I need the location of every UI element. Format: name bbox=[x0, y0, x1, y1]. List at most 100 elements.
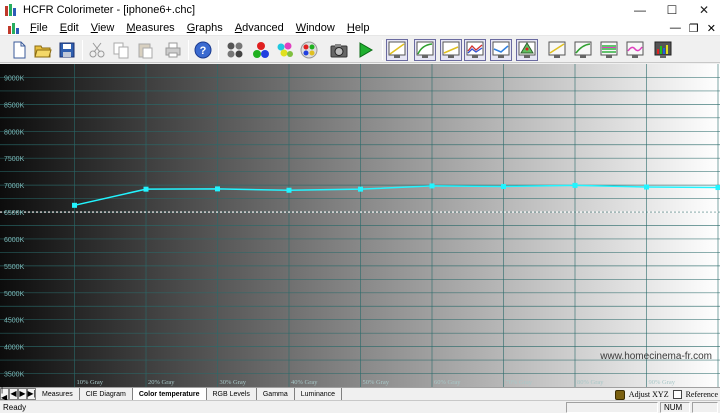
open-folder-icon[interactable] bbox=[32, 39, 54, 61]
menu-edit[interactable]: Edit bbox=[54, 22, 85, 34]
data-point bbox=[215, 186, 220, 192]
title-bar: HCFR Colorimeter - [iphone6+.chc] — ☐ ✕ bbox=[0, 0, 720, 20]
play-icon[interactable] bbox=[354, 39, 376, 61]
camera-icon[interactable] bbox=[328, 39, 350, 61]
menu-help[interactable]: Help bbox=[341, 22, 376, 34]
y-tick-label: 9000K bbox=[4, 75, 25, 82]
cut-icon[interactable] bbox=[86, 39, 108, 61]
data-point bbox=[572, 182, 578, 188]
color-balls-icon[interactable] bbox=[274, 39, 296, 61]
menu-file[interactable]: File bbox=[24, 22, 54, 34]
status-text: Ready bbox=[3, 402, 27, 412]
y-tick-label: 4000K bbox=[4, 345, 25, 352]
new-file-icon[interactable] bbox=[8, 39, 30, 61]
adjust-xyz-label: Adjust XYZ bbox=[628, 390, 669, 399]
window-title: HCFR Colorimeter - [iphone6+.chc] bbox=[23, 4, 196, 16]
mdi-restore-button[interactable]: ❐ bbox=[689, 22, 699, 35]
y-tick-label: 8000K bbox=[4, 129, 25, 136]
x-tick-label: 40% Gray bbox=[291, 379, 318, 386]
x-tick-label: 20% Gray bbox=[148, 379, 175, 386]
x-tick-label: 80% Gray bbox=[577, 379, 604, 386]
menu-measures[interactable]: Measures bbox=[120, 22, 180, 34]
tab-nav-first-button[interactable]: |◀ bbox=[0, 386, 9, 402]
color-temperature-graph[interactable]: 9000K 8500K 8000K 7500K 7000K 6500K 6000K 5500K… bbox=[0, 64, 720, 387]
save-icon[interactable] bbox=[56, 39, 78, 61]
graph-view-5-icon[interactable] bbox=[490, 39, 512, 61]
adjust-xyz-icon[interactable] bbox=[614, 389, 625, 400]
x-tick-label: 60% Gray bbox=[434, 379, 461, 386]
graph-view-7-icon[interactable] bbox=[546, 39, 568, 61]
tab-rgb-levels[interactable]: RGB Levels bbox=[206, 388, 257, 400]
tab-luminance[interactable]: Luminance bbox=[294, 388, 343, 400]
graph-view-3-icon[interactable] bbox=[440, 39, 462, 61]
mdi-close-button[interactable]: ✕ bbox=[707, 22, 716, 35]
graph-view-10-icon[interactable] bbox=[624, 39, 646, 61]
data-point bbox=[286, 187, 292, 193]
status-num: NUM bbox=[660, 402, 690, 413]
data-point bbox=[143, 186, 149, 192]
menu-bar: File Edit View Measures Graphs Advanced … bbox=[0, 20, 720, 36]
data-point bbox=[501, 183, 506, 189]
status-panel-scroll bbox=[692, 402, 718, 413]
y-tick-label: 7000K bbox=[4, 183, 25, 190]
tab-nav-last-button[interactable]: ▶| bbox=[27, 388, 36, 400]
y-tick-label: 3500K bbox=[4, 372, 25, 379]
tab-color-temperature[interactable]: Color temperature bbox=[132, 388, 207, 400]
help-icon[interactable]: ? bbox=[192, 39, 214, 61]
copy-icon[interactable] bbox=[110, 39, 132, 61]
tab-gamma[interactable]: Gamma bbox=[256, 388, 295, 400]
status-bar: Ready NUM bbox=[0, 400, 720, 413]
status-panel-empty bbox=[566, 402, 658, 413]
x-tick-label: 30% Gray bbox=[220, 379, 247, 386]
y-tick-label: 4500K bbox=[4, 318, 25, 325]
x-tick-label: 90% Gray bbox=[649, 379, 676, 386]
graph-view-4-icon[interactable] bbox=[464, 39, 486, 61]
graph-view-2-icon[interactable] bbox=[414, 39, 436, 61]
reference-checkbox[interactable] bbox=[672, 390, 682, 399]
rgb-balls-icon[interactable] bbox=[250, 39, 272, 61]
y-tick-label: 8500K bbox=[4, 102, 25, 109]
menu-view[interactable]: View bbox=[85, 22, 121, 34]
chart-svg: 9000K 8500K 8000K 7500K 7000K 6500K 6000K 5500K… bbox=[0, 64, 720, 387]
tab-cie-diagram[interactable]: CIE Diagram bbox=[79, 388, 133, 400]
data-point bbox=[644, 184, 649, 190]
menu-graphs[interactable]: Graphs bbox=[181, 22, 229, 34]
tab-bar: |◀ ◀ ▶ ▶| Measures CIE Diagram Color tem… bbox=[0, 386, 720, 402]
watermark: www.homecinema-fr.com bbox=[599, 351, 712, 362]
tab-nav-next-button[interactable]: ▶ bbox=[18, 388, 27, 400]
graph-view-8-icon[interactable] bbox=[572, 39, 594, 61]
y-tick-label: 5500K bbox=[4, 264, 25, 271]
graph-view-6-icon[interactable] bbox=[516, 39, 538, 61]
svg-text:?: ? bbox=[200, 45, 207, 57]
y-tick-label: 7500K bbox=[4, 156, 25, 163]
close-button[interactable]: ✕ bbox=[688, 0, 720, 20]
menu-window[interactable]: Window bbox=[290, 22, 341, 34]
print-icon[interactable] bbox=[162, 39, 184, 61]
mdi-minimize-button[interactable]: — bbox=[670, 22, 681, 34]
tab-measures[interactable]: Measures bbox=[36, 388, 80, 400]
minimize-button[interactable]: — bbox=[624, 0, 656, 20]
tab-nav-prev-button[interactable]: ◀ bbox=[9, 388, 18, 400]
data-point bbox=[358, 186, 363, 192]
graph-view-1-icon[interactable] bbox=[386, 39, 408, 61]
toolbar: ? bbox=[0, 36, 720, 63]
menu-advanced[interactable]: Advanced bbox=[229, 22, 290, 34]
data-point bbox=[429, 183, 435, 189]
reference-label: Reference bbox=[685, 390, 718, 399]
x-tick-label: 10% Gray bbox=[77, 379, 104, 386]
x-tick-label: 70% Gray bbox=[506, 379, 533, 386]
graph-view-9-icon[interactable] bbox=[598, 39, 620, 61]
graph-view-11-icon[interactable] bbox=[652, 39, 674, 61]
x-tick-label: 50% Gray bbox=[363, 379, 390, 386]
app-icon bbox=[4, 3, 18, 17]
y-tick-label: 6500K bbox=[4, 210, 25, 217]
sensor-icon[interactable] bbox=[224, 39, 246, 61]
data-point bbox=[72, 202, 77, 208]
maximize-button[interactable]: ☐ bbox=[656, 0, 688, 20]
y-tick-label: 6000K bbox=[4, 237, 25, 244]
paste-icon[interactable] bbox=[134, 39, 156, 61]
y-tick-label: 5000K bbox=[4, 291, 25, 298]
color-chart-icon[interactable] bbox=[298, 39, 320, 61]
data-point bbox=[715, 185, 720, 191]
document-icon[interactable] bbox=[8, 22, 20, 34]
